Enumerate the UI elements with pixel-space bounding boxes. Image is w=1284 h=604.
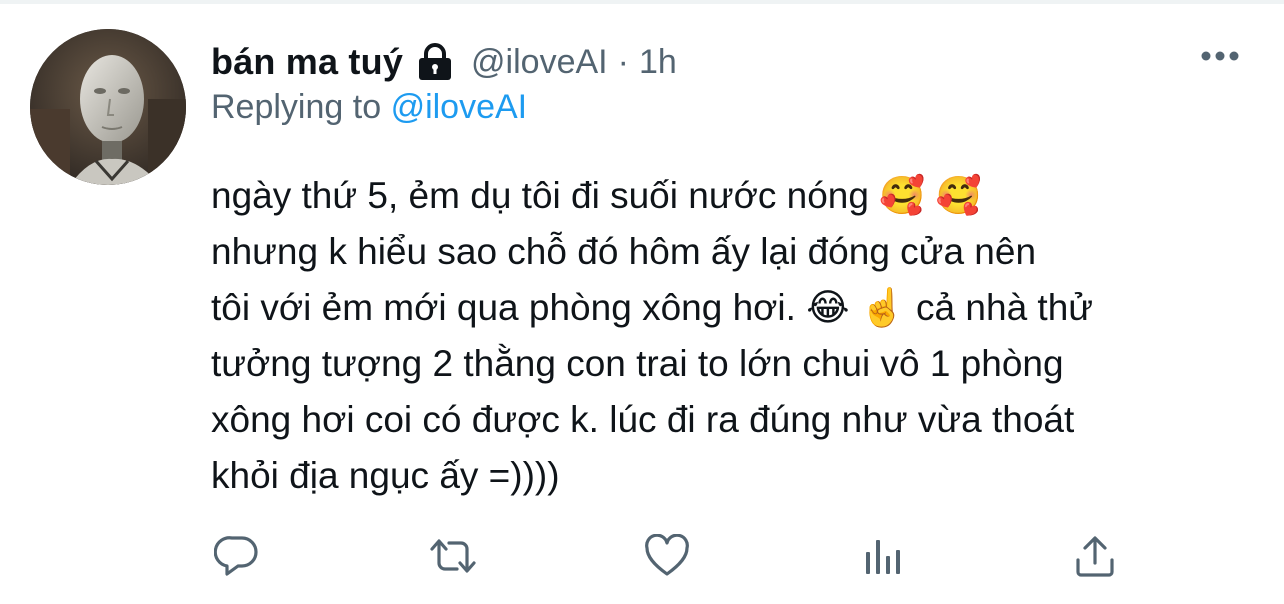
reply-icon — [213, 533, 260, 584]
retweet-icon — [427, 533, 479, 584]
replying-handle-link[interactable]: @iloveAI — [391, 88, 528, 126]
retweet-button[interactable] — [427, 532, 479, 584]
tweet-text-line: tưởng tượng 2 thằng con trai to lớn chui… — [211, 343, 1064, 384]
replying-label: Replying to — [211, 88, 382, 126]
like-icon — [643, 533, 691, 583]
replying-to: Replying to @iloveAI — [211, 88, 527, 127]
analytics-button[interactable] — [856, 532, 908, 584]
display-name[interactable]: bán ma tuý — [211, 41, 403, 83]
tweet-text-line: xông hơi coi có được k. lúc đi ra đúng n… — [211, 399, 1075, 440]
user-handle[interactable]: @iloveAI — [471, 43, 608, 82]
more-icon[interactable] — [1200, 48, 1240, 64]
tweet-text: ngày thứ 5, ẻm dụ tôi đi suối nước nóng … — [211, 168, 1251, 504]
tweet-header: bán ma tuý @iloveAI · 1h — [211, 38, 677, 86]
analytics-icon — [860, 534, 904, 583]
separator-dot: · — [617, 42, 629, 81]
lock-icon — [415, 43, 455, 81]
tweet-text-line: ngày thứ 5, ẻm dụ tôi đi suối nước nóng … — [211, 175, 982, 216]
share-icon — [1073, 533, 1117, 584]
tweet-text-line: khỏi địa ngục ấy =)))) — [211, 455, 560, 496]
tweet-text-line: tôi với ẻm mới qua phòng xông hơi. 😂 ☝️ … — [211, 287, 1094, 328]
like-button[interactable] — [641, 532, 693, 584]
share-button[interactable] — [1069, 532, 1121, 584]
action-bar — [211, 532, 1141, 584]
timestamp[interactable]: 1h — [639, 43, 677, 82]
tweet[interactable]: bán ma tuý @iloveAI · 1h Replying to @il… — [0, 0, 1284, 604]
tweet-text-line: nhưng k hiểu sao chỗ đó hôm ấy lại đóng … — [211, 231, 1037, 272]
reply-button[interactable] — [211, 532, 263, 584]
avatar[interactable] — [30, 29, 186, 185]
